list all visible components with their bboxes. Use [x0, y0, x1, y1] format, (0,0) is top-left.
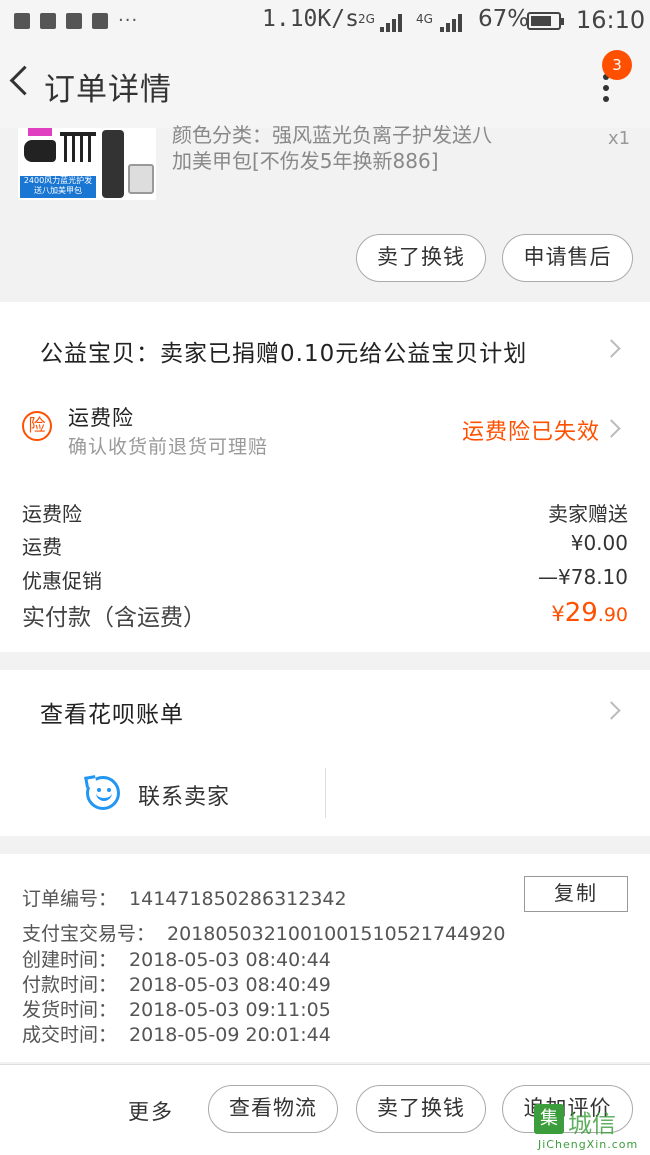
fee-label-shipping: 运费	[22, 535, 62, 559]
total-decimal: .90	[597, 604, 628, 626]
site-watermark: 集 城信 JiChengXin.com	[534, 1104, 648, 1152]
signal-icon	[380, 12, 402, 32]
sell-for-cash-button-bottom[interactable]: 卖了换钱	[356, 1085, 486, 1133]
signal-icon	[440, 12, 462, 32]
charity-info[interactable]: 公益宝贝：卖家已捐赠0.10元给公益宝贝计划	[40, 334, 527, 368]
total-label: 实付款（含运费）	[22, 605, 206, 631]
total-amount: ¥29.90	[551, 598, 628, 628]
thumb-label: 2400风力蓝光护发送八加美甲包	[20, 176, 96, 198]
closed-label: 成交时间：	[22, 1024, 118, 1046]
vertical-divider	[325, 768, 326, 818]
notification-icons: ···	[14, 10, 138, 31]
back-arrow-icon[interactable]	[9, 65, 40, 96]
shipped-time: 2018-05-03 09:11:05	[129, 999, 331, 1021]
fee-label-insurance: 运费险	[22, 502, 82, 526]
status-bar: ··· 1.10K/s 2G 4G 67% 16:10	[0, 0, 650, 44]
alipay-label: 支付宝交易号：	[22, 923, 156, 945]
product-title-line1: 颜色分类：强风蓝光负离子护发送八	[172, 123, 492, 147]
huabei-bill-link[interactable]: 查看花呗账单	[40, 695, 184, 729]
contact-seller-icon	[84, 775, 120, 810]
contact-seller-button[interactable]: 联系卖家	[138, 779, 230, 811]
app-icon	[66, 12, 82, 29]
gallery-icon	[14, 12, 30, 29]
insurance-subtitle: 确认收货前退货可理赔	[68, 436, 269, 458]
alipay-row: 支付宝交易号： 2018050321001001510521744920	[22, 919, 506, 946]
after-sale-button[interactable]: 申请售后	[502, 234, 633, 282]
copy-button[interactable]: 复制	[524, 876, 628, 912]
fee-value-insurance: 卖家赠送	[548, 502, 628, 526]
closed-time: 2018-05-09 20:01:44	[129, 1024, 331, 1046]
manicure-kit-image	[128, 164, 154, 194]
battery-percent: 67%	[478, 6, 530, 32]
paid-label: 付款时间：	[22, 974, 118, 996]
network-type-1: 2G	[358, 12, 375, 26]
paid-time: 2018-05-03 08:40:49	[129, 974, 331, 996]
notification-badge: 3	[602, 50, 632, 80]
network-speed: 1.10K/s	[262, 6, 359, 32]
more-notifications: ···	[118, 10, 139, 31]
insurance-icon: 险	[22, 411, 52, 441]
watermark-text: 城信	[568, 1110, 616, 1138]
more-button[interactable]: 更多	[128, 1096, 174, 1126]
sell-for-cash-button[interactable]: 卖了换钱	[356, 234, 486, 282]
product-thumbnail[interactable]: 2400风力蓝光护发送八加美甲包	[18, 128, 156, 200]
app-icon	[92, 12, 108, 29]
app-icon	[40, 12, 56, 29]
order-number: 141471850286312342	[129, 888, 347, 910]
battery-tip	[561, 18, 564, 25]
fee-value-discount: —¥78.10	[538, 565, 628, 589]
insurance-title: 运费险	[68, 406, 134, 430]
shipped-label: 发货时间：	[22, 999, 118, 1021]
total-integer: 29	[564, 598, 598, 628]
page-title: 订单详情	[44, 72, 172, 108]
nav-bar: 订单详情 3	[0, 44, 650, 128]
view-logistics-button[interactable]: 查看物流	[208, 1085, 338, 1133]
product-quantity: x1	[608, 128, 631, 149]
fee-label-discount: 优惠促销	[22, 569, 102, 593]
watermark-logo-icon: 集	[534, 1104, 564, 1134]
order-number-label: 订单编号：	[22, 888, 118, 910]
closed-time-row: 成交时间： 2018-05-09 20:01:44	[22, 1020, 331, 1047]
created-label: 创建时间：	[22, 949, 118, 971]
created-time-row: 创建时间： 2018-05-03 08:40:44	[22, 945, 331, 972]
comb-image	[60, 132, 96, 166]
order-number-row: 订单编号： 141471850286312342	[22, 884, 347, 911]
insurance-status[interactable]: 运费险已失效	[462, 414, 600, 446]
fee-value-shipping: ¥0.00	[570, 531, 628, 555]
total-currency: ¥	[551, 602, 565, 626]
alipay-number: 2018050321001001510521744920	[167, 923, 506, 945]
watermark-url: JiChengXin.com	[538, 1138, 639, 1151]
product-title[interactable]: 颜色分类：强风蓝光负离子护发送八 加美甲包[不伤发5年换新886]	[172, 122, 512, 174]
hair-dryer-image	[24, 140, 56, 162]
product-item[interactable]: 2400风力蓝光护发送八加美甲包 颜色分类：强风蓝光负离子护发送八 加美甲包[不…	[0, 123, 650, 302]
paid-time-row: 付款时间： 2018-05-03 08:40:49	[22, 970, 331, 997]
cord-image	[102, 130, 124, 198]
shipped-time-row: 发货时间： 2018-05-03 09:11:05	[22, 995, 331, 1022]
clock: 16:10	[576, 6, 646, 34]
created-time: 2018-05-03 08:40:44	[129, 949, 331, 971]
product-title-line2: 加美甲包[不伤发5年换新886]	[172, 149, 439, 173]
thumb-decor	[28, 128, 52, 136]
network-type-2: 4G	[416, 12, 433, 26]
battery-icon	[527, 12, 561, 30]
